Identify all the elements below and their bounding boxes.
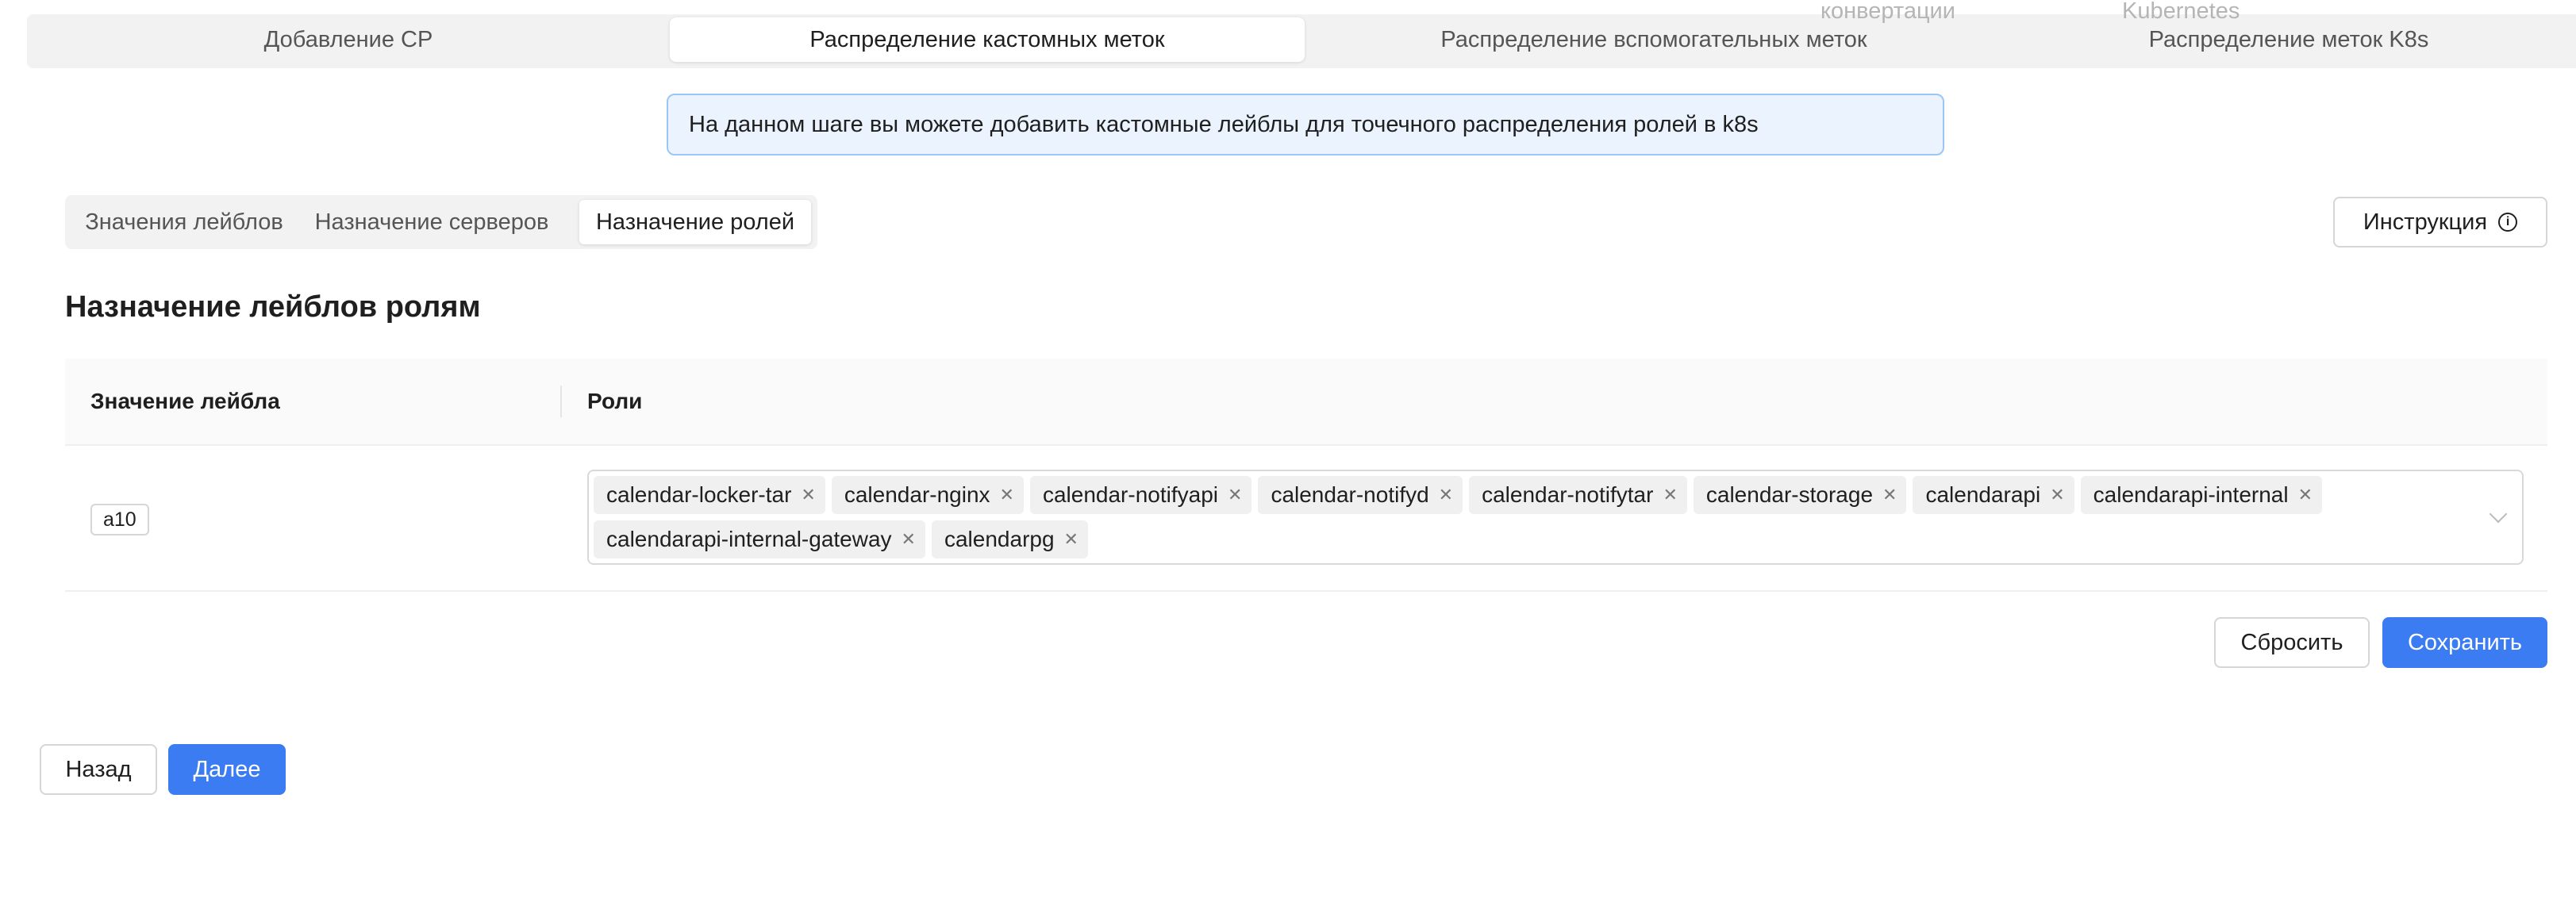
step-custom-labels[interactable]: Распределение кастомных меток <box>670 17 1305 62</box>
close-icon[interactable]: ✕ <box>2298 486 2313 504</box>
role-tag: calendarapi ✕ <box>1913 476 2074 514</box>
close-icon[interactable]: ✕ <box>801 486 815 504</box>
info-circle-icon: i <box>2498 213 2518 232</box>
steps-bar: конвертации Kubernetes Добавление СР Рас… <box>27 0 2576 68</box>
close-icon[interactable]: ✕ <box>1064 531 1078 548</box>
step-k8s-labels[interactable]: Распределение меток K8s <box>2003 17 2574 62</box>
close-icon[interactable]: ✕ <box>1000 486 1014 504</box>
role-tag: calendar-storage ✕ <box>1693 476 1907 514</box>
role-tag-label: calendarapi-internal <box>2093 482 2289 507</box>
role-tag-label: calendar-notifyapi <box>1042 482 1218 507</box>
column-header-roles: Роли <box>587 389 643 413</box>
step-label: Добавление СР <box>263 26 433 52</box>
close-icon[interactable]: ✕ <box>2050 486 2064 504</box>
subtabs: Значения лейблов Назначение серверов Наз… <box>65 195 817 249</box>
role-tag-label: calendar-notifytar <box>1482 482 1654 507</box>
close-icon[interactable]: ✕ <box>1663 486 1677 504</box>
tab-server-assignment[interactable]: Назначение серверов <box>298 200 565 244</box>
tab-role-assignment[interactable]: Назначение ролей <box>579 200 811 244</box>
section-title: Назначение лейблов ролям <box>65 290 481 324</box>
role-tag: calendar-notifyd ✕ <box>1258 476 1463 514</box>
role-tag-label: calendar-storage <box>1705 482 1874 507</box>
info-banner-text: На данном шаге вы можете добавить кастом… <box>689 111 1759 137</box>
role-tag-label: calendarapi-internal-gateway <box>606 527 892 551</box>
info-banner: На данном шаге вы можете добавить кастом… <box>667 94 1944 155</box>
role-tag-label: calendar-nginx <box>844 482 990 507</box>
step-label: Распределение вспомогательных меток <box>1440 26 1867 52</box>
column-header-label-value: Значение лейбла <box>90 389 280 413</box>
tab-label: Назначение ролей <box>595 209 795 235</box>
role-tag: calendar-nginx ✕ <box>831 476 1024 514</box>
instruction-button[interactable]: Инструкция i <box>2333 197 2547 248</box>
instruction-button-label: Инструкция <box>2363 209 2488 235</box>
role-tag: calendarapi-internal-gateway ✕ <box>594 520 925 558</box>
label-value-chip: a10 <box>90 504 149 535</box>
tab-label: Назначение серверов <box>314 209 549 235</box>
step-add-sr[interactable]: Добавление СР <box>27 17 670 62</box>
role-tag-label: calendar-locker-tar <box>606 482 792 507</box>
back-button[interactable]: Назад <box>40 744 157 795</box>
role-tag-label: calendarapi <box>1925 482 2041 507</box>
column-divider <box>560 386 562 417</box>
next-button[interactable]: Далее <box>168 744 286 795</box>
close-icon[interactable]: ✕ <box>902 531 916 548</box>
table-header: Значение лейбла Роли <box>65 359 2547 446</box>
close-icon[interactable]: ✕ <box>1439 486 1453 504</box>
role-tag: calendar-locker-tar ✕ <box>594 476 825 514</box>
chevron-down-icon[interactable] <box>2489 505 2508 524</box>
role-tag: calendarapi-internal ✕ <box>2080 476 2323 514</box>
role-tag: calendar-notifyapi ✕ <box>1029 476 1252 514</box>
tab-label-values[interactable]: Значения лейблов <box>70 200 298 244</box>
role-tag: calendar-notifytar ✕ <box>1469 476 1687 514</box>
tab-label: Значения лейблов <box>85 209 283 235</box>
save-button[interactable]: Сохранить <box>2382 617 2547 668</box>
reset-button[interactable]: Сбросить <box>2214 617 2370 668</box>
close-icon[interactable]: ✕ <box>1882 486 1897 504</box>
step-label: Распределение кастомных меток <box>809 26 1165 52</box>
roles-multiselect[interactable]: calendar-locker-tar ✕ calendar-nginx ✕ calen… <box>587 470 2524 565</box>
table-row: a10 calendar-locker-tar ✕ calendar-nginx ✕ c… <box>65 446 2547 592</box>
step-aux-labels[interactable]: Распределение вспомогательных меток <box>1305 17 2003 62</box>
role-tag: calendarpg ✕ <box>931 520 1088 558</box>
role-tag-label: calendar-notifyd <box>1271 482 1429 507</box>
role-tags: calendar-locker-tar ✕ calendar-nginx ✕ calen… <box>594 476 2451 558</box>
step-label: Распределение меток K8s <box>2148 26 2429 52</box>
close-icon[interactable]: ✕ <box>1228 486 1242 504</box>
role-tag-label: calendarpg <box>944 527 1055 551</box>
